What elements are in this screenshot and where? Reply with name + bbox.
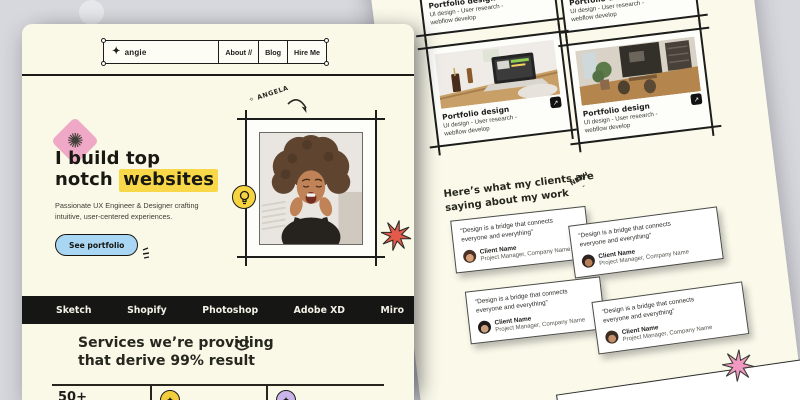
see-portfolio-button[interactable]: See portfolio xyxy=(55,234,138,256)
portfolio-card[interactable]: ↗ Portfolio design UI design - User rese… xyxy=(566,28,713,145)
portfolio-card[interactable]: ↗ Portfolio design UI design - User rese… xyxy=(412,0,559,36)
site-header: ✦ angie About // Blog Hire Me xyxy=(103,40,327,64)
avatar xyxy=(463,250,477,264)
nav-item-hire-me[interactable]: Hire Me xyxy=(287,41,326,63)
stats-divider xyxy=(52,384,384,386)
portfolio-card[interactable]: ↗ Portfolio design UI design - User rese… xyxy=(553,0,700,33)
testimonial-card: “Design is a bridge that connects everyo… xyxy=(568,206,724,278)
skill-item-photoshop[interactable]: Photoshop xyxy=(202,305,258,316)
highlighted-word: websites xyxy=(119,169,218,192)
stats-column-divider xyxy=(266,385,268,400)
selection-handle[interactable] xyxy=(101,38,106,43)
hero-description: Passionate UX Engineer & Designer crafti… xyxy=(55,201,199,223)
portfolio-thumbnail-interior xyxy=(575,36,701,105)
sparkle-logo-icon: ✦ xyxy=(112,47,121,57)
services-heading-line: that derive 99% result xyxy=(78,353,255,369)
skill-item-shopify[interactable]: Shopify xyxy=(127,305,167,316)
nav-item-blog[interactable]: Blog xyxy=(258,41,287,63)
yellow-star-badge-icon: ✦ xyxy=(160,390,180,400)
crop-mark xyxy=(237,118,385,120)
nav-item-about[interactable]: About // xyxy=(218,41,258,63)
selection-handle[interactable] xyxy=(324,61,329,66)
testimonial-card: “Design is a bridge that connects everyo… xyxy=(465,276,606,344)
portrait-frame xyxy=(245,118,377,258)
portrait-photo xyxy=(259,132,363,245)
hero-description-line: intuitive, user-centered experiences. xyxy=(55,212,172,221)
hero-description-line: Passionate UX Engineer & Designer crafti… xyxy=(55,201,199,210)
logo[interactable]: ✦ angie xyxy=(104,41,218,63)
portfolio-card[interactable]: ↗ Portfolio design UI design - User rese… xyxy=(426,31,573,148)
next-section-card xyxy=(556,358,800,400)
testimonial-card: “Design is a bridge that connects everyo… xyxy=(591,281,749,354)
red-star-icon xyxy=(377,217,414,259)
arrow-up-right-icon[interactable]: ↗ xyxy=(690,93,702,105)
smiley-icon xyxy=(230,337,253,363)
lightbulb-icon xyxy=(232,185,256,209)
skills-bar: Sketch Shopify Photoshop Adobe XD Miro xyxy=(22,296,414,324)
backdrop-circle-decor xyxy=(79,0,104,25)
emphasis-dashes-icon xyxy=(141,246,153,264)
avatar xyxy=(477,320,491,334)
logo-text: angie xyxy=(125,48,147,57)
skill-item-miro[interactable]: Miro xyxy=(381,305,404,316)
header-divider xyxy=(22,74,414,76)
skill-item-adobe-xd[interactable]: Adobe XD xyxy=(294,305,345,316)
hero-title-line1: I build top xyxy=(55,148,160,169)
purple-star-badge-icon: ✦ xyxy=(276,390,296,400)
angela-label: ✧ ANGELA xyxy=(248,84,290,104)
avatar xyxy=(605,330,620,345)
hero-title-line2: notch xyxy=(55,169,119,190)
avatar xyxy=(581,254,596,269)
crop-mark xyxy=(375,110,377,266)
pink-star-icon xyxy=(721,349,755,388)
hero-title: I build top notch websites xyxy=(55,148,218,190)
portfolio-thumbnail-laptop xyxy=(434,40,560,109)
portfolio-page-rotated: ↗ Portfolio design UI design - User rese… xyxy=(364,0,800,400)
stat-value: 50+ xyxy=(58,390,87,400)
stats-column-divider xyxy=(150,385,152,400)
hero-page: ✦ angie About // Blog Hire Me ✺ I build … xyxy=(22,24,414,400)
crop-mark xyxy=(237,256,385,258)
arrow-up-right-icon[interactable]: ↗ xyxy=(550,96,562,108)
selection-handle[interactable] xyxy=(101,61,106,66)
selection-handle[interactable] xyxy=(324,38,329,43)
skill-item-sketch[interactable]: Sketch xyxy=(56,305,92,316)
